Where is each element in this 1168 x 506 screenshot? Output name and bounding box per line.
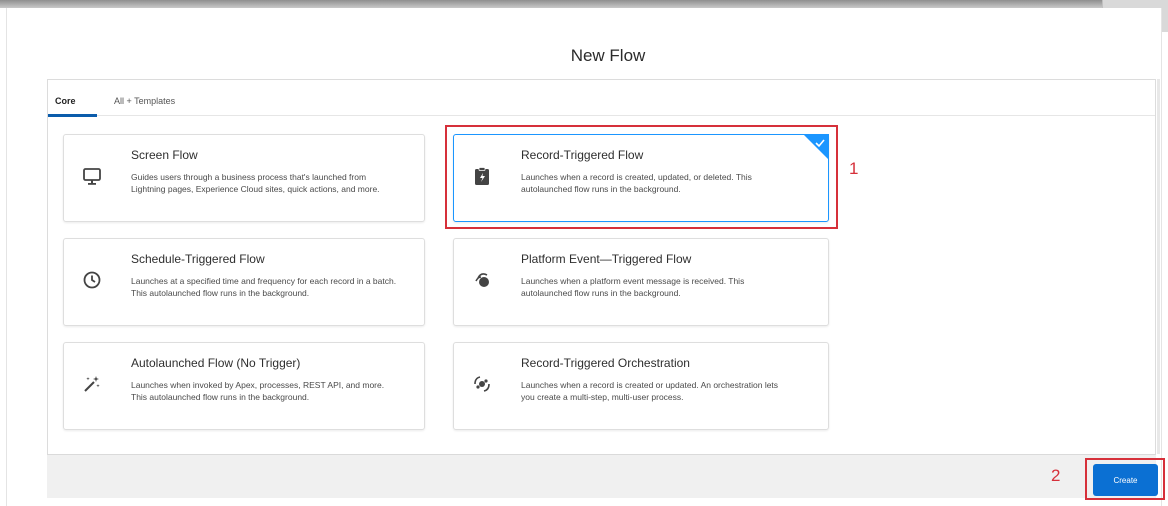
annotation-highlight-record-triggered [445, 125, 838, 229]
flow-type-card-platform-event-triggered-flow[interactable]: Platform Event—Triggered Flow Launches w… [453, 238, 829, 326]
card-title: Platform Event—Triggered Flow [521, 252, 692, 266]
card-description: Launches when a platform event message i… [521, 276, 745, 298]
card-description: Launches at a specified time and frequen… [131, 276, 397, 298]
flow-type-card-record-triggered-orchestration[interactable]: Record-Triggered Orchestration Launches … [453, 342, 829, 430]
flow-type-card-autolaunched-flow[interactable]: Autolaunched Flow (No Trigger) Launches … [63, 342, 425, 430]
tab-core[interactable]: Core [55, 96, 76, 106]
card-title: Schedule-Triggered Flow [131, 252, 265, 266]
modal-title: New Flow [570, 46, 646, 65]
create-button[interactable]: Create [1093, 464, 1158, 496]
card-description: Launches when invoked by Apex, processes… [131, 380, 385, 402]
flow-type-card-screen-flow[interactable]: Screen Flow Guides users through a busin… [63, 134, 425, 222]
platform-event-icon [470, 268, 494, 292]
card-description: Launches when a record is created or upd… [521, 380, 779, 402]
tab-bar: Core All + Templates [48, 80, 1155, 117]
annotation-number-2: 2 [1051, 466, 1061, 485]
card-title: Screen Flow [131, 148, 198, 162]
annotation-number-1: 1 [849, 159, 859, 178]
card-description: Guides users through a business process … [131, 172, 380, 194]
scrollbar[interactable] [1157, 79, 1160, 454]
flow-type-card-schedule-triggered-flow[interactable]: Schedule-Triggered Flow Launches at a sp… [63, 238, 425, 326]
card-title: Record-Triggered Orchestration [521, 356, 690, 370]
magic-wand-icon [80, 372, 104, 396]
active-tab-indicator [48, 114, 97, 117]
tab-all-templates[interactable]: All + Templates [114, 96, 175, 106]
card-title: Autolaunched Flow (No Trigger) [131, 356, 301, 370]
modal-footer [47, 454, 1156, 498]
monitor-icon [80, 164, 104, 188]
clock-icon [80, 268, 104, 292]
backdrop-top [0, 0, 1168, 8]
orchestration-icon [470, 372, 494, 396]
